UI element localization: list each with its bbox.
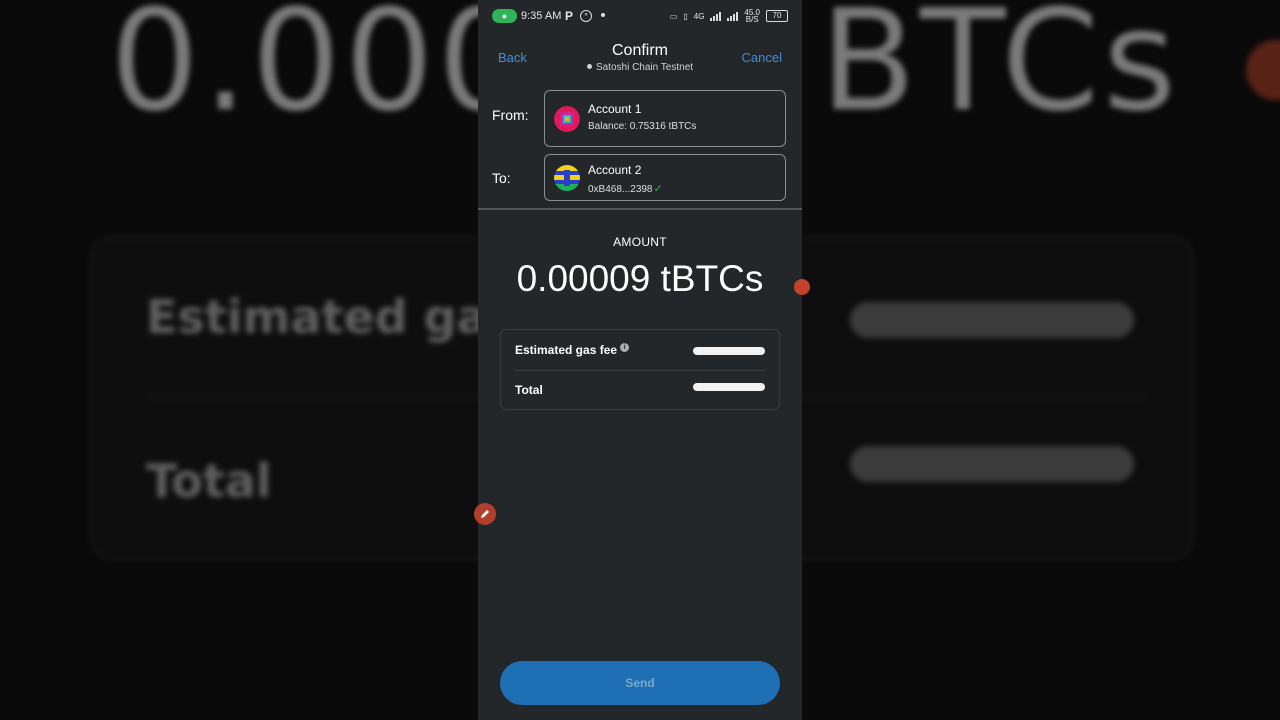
to-account-address-row: 0xB468...2398✓ — [588, 182, 663, 195]
gas-fee-label-row: Estimated gas fee i — [515, 343, 630, 357]
cancel-button[interactable]: Cancel — [742, 50, 782, 65]
network-name: Satoshi Chain Testnet — [595, 62, 694, 73]
net-speed-unit: B/S — [745, 15, 759, 24]
status-p-icon: P — [565, 9, 574, 23]
from-account-card[interactable]: Account 1 Balance: 0.75316 tBTCs — [544, 90, 786, 147]
to-account-name: Account 2 — [588, 163, 642, 177]
status-time: 9:35 AM — [521, 10, 562, 22]
bg-currency-text: BTCs — [820, 0, 1181, 143]
amount-value: 0.00009 tBTCs — [516, 258, 764, 299]
from-account-balance: Balance: 0.75316 tBTCs — [588, 121, 697, 132]
confirm-header: Back Confirm Satoshi Chain Testnet Cance… — [478, 38, 802, 82]
bg-gas-bar — [850, 302, 1134, 338]
to-account-address: 0xB468...2398 — [588, 184, 653, 195]
bg-amount-text: 0.000 — [110, 0, 531, 143]
fee-summary-card: Estimated gas fee i Total — [500, 329, 780, 410]
status-bar: ● 9:35 AM P ⚬ ▭ ▯ 4G 45.0 B/S 70 — [478, 0, 802, 32]
send-button[interactable]: Send — [500, 661, 780, 705]
status-more-dot — [601, 13, 605, 17]
phone-screen: ● 9:35 AM P ⚬ ▭ ▯ 4G 45.0 B/S 70 Back Co… — [478, 0, 802, 720]
fee-divider — [515, 370, 765, 371]
signal-icon-2 — [727, 11, 739, 21]
from-label: From: — [492, 107, 529, 123]
total-label: Total — [515, 383, 543, 397]
bg-gas-label: Estimated gas — [146, 290, 516, 344]
to-label: To: — [492, 170, 511, 186]
net-speed: 45.0 B/S — [744, 9, 760, 24]
vibrate-icon: ▯ — [683, 11, 688, 21]
pencil-icon[interactable] — [474, 503, 496, 525]
section-divider — [478, 208, 802, 210]
from-account-name: Account 1 — [588, 102, 642, 116]
status-right-icons: ▭ ▯ 4G 45.0 B/S 70 — [669, 9, 788, 24]
signal-icon — [710, 11, 722, 21]
status-whatsapp-icon: ⚬ — [580, 10, 592, 22]
verified-check-icon: ✓ — [653, 183, 663, 195]
battery-icon: 70 — [766, 10, 788, 22]
account-1-avatar — [554, 106, 580, 132]
gas-fee-label: Estimated gas fee — [515, 343, 618, 357]
to-account-card[interactable]: Account 2 0xB468...2398✓ — [544, 154, 786, 201]
bg-dot — [1246, 40, 1280, 100]
bg-total-bar — [850, 446, 1134, 482]
bg-total-label: Total — [146, 454, 272, 508]
floating-record-dot[interactable] — [794, 279, 810, 295]
total-loading-skeleton — [693, 383, 765, 391]
amount-label: AMOUNT — [613, 235, 667, 249]
account-2-avatar — [554, 165, 580, 191]
gas-fee-loading-skeleton — [693, 347, 765, 355]
mic-recording-icon: ● — [492, 9, 517, 23]
info-icon[interactable]: i — [620, 343, 630, 352]
cast-icon: ▭ — [669, 11, 678, 21]
network-dot-icon — [586, 63, 592, 69]
network-4g-label: 4G — [693, 11, 705, 21]
